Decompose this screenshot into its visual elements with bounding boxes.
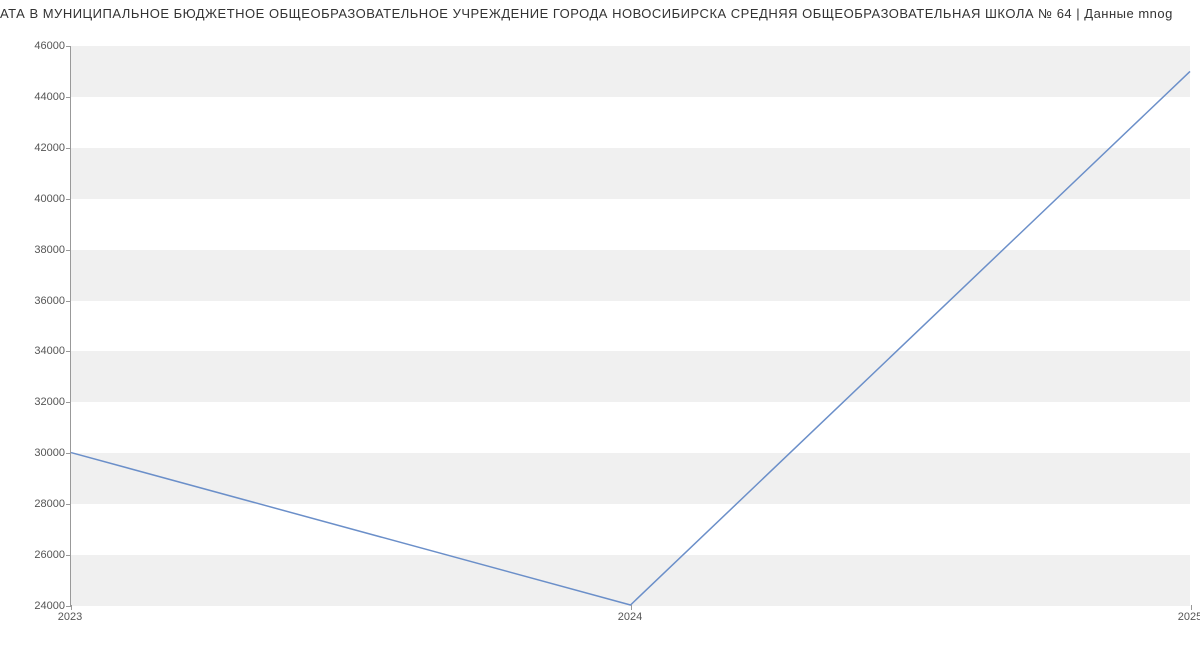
x-tick-label: 2025	[1178, 611, 1200, 623]
y-tick-label: 28000	[5, 498, 65, 510]
y-tick-mark	[66, 148, 71, 149]
y-tick-mark	[66, 250, 71, 251]
plot-area	[70, 46, 1190, 606]
y-tick-mark	[66, 351, 71, 352]
line-chart-svg	[71, 46, 1190, 605]
chart-container: 24000 26000 28000 30000 32000 34000 36000 38000…	[0, 21, 1200, 646]
y-tick-label: 30000	[5, 447, 65, 459]
y-tick-label: 42000	[5, 142, 65, 154]
y-tick-mark	[66, 504, 71, 505]
y-tick-mark	[66, 46, 71, 47]
y-tick-label: 26000	[5, 549, 65, 561]
x-tick-mark	[71, 605, 72, 610]
y-tick-label: 32000	[5, 396, 65, 408]
x-tick-mark	[1191, 605, 1192, 610]
y-tick-mark	[66, 199, 71, 200]
chart-title: АТА В МУНИЦИПАЛЬНОЕ БЮДЖЕТНОЕ ОБЩЕОБРАЗО…	[0, 0, 1200, 21]
y-tick-label: 38000	[5, 244, 65, 256]
y-tick-mark	[66, 555, 71, 556]
y-tick-label: 34000	[5, 345, 65, 357]
y-tick-mark	[66, 301, 71, 302]
x-tick-label: 2023	[58, 611, 82, 623]
y-tick-label: 36000	[5, 295, 65, 307]
y-tick-label: 44000	[5, 91, 65, 103]
y-tick-label: 40000	[5, 193, 65, 205]
y-tick-label: 46000	[5, 40, 65, 52]
y-tick-label: 24000	[5, 600, 65, 612]
x-tick-mark	[631, 605, 632, 610]
x-tick-label: 2024	[618, 611, 642, 623]
data-line	[71, 71, 1190, 605]
y-tick-mark	[66, 453, 71, 454]
y-tick-mark	[66, 97, 71, 98]
y-tick-mark	[66, 402, 71, 403]
